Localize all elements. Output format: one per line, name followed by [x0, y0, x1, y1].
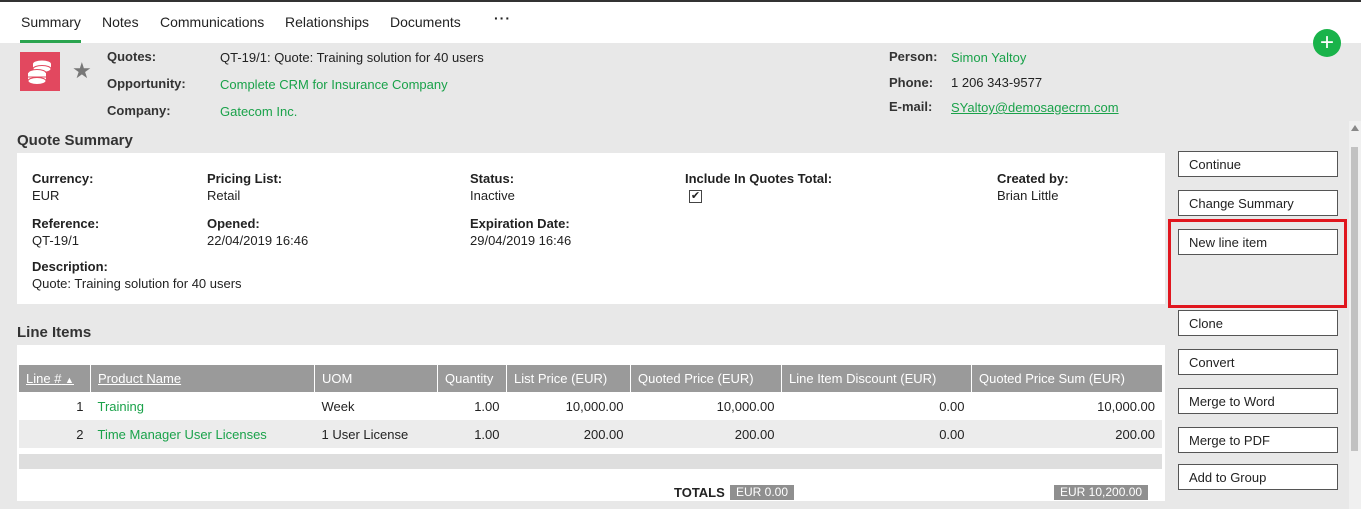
line-number-cell: 2 — [19, 420, 91, 448]
pricing-list-value: Retail — [207, 188, 241, 203]
vertical-scrollbar[interactable] — [1349, 121, 1361, 509]
currency-value: EUR — [32, 188, 60, 203]
column-header-quoted-price-sum: Quoted Price Sum (EUR) — [971, 365, 1162, 392]
created-by-value: Brian Little — [997, 188, 1059, 203]
column-header-list-price: List Price (EUR) — [506, 365, 631, 392]
quantity-cell: 1.00 — [474, 398, 500, 414]
quote-summary-title: Quote Summary — [17, 132, 133, 149]
pricing-list-label: Pricing List: — [207, 171, 283, 186]
company-label: Company: — [107, 103, 171, 118]
tab-relationships[interactable]: Relationships — [285, 14, 369, 30]
column-header-product-name[interactable]: Product Name — [90, 365, 315, 392]
quoted-price-cell: 200.00 — [630, 420, 782, 448]
reference-label: Reference: — [32, 216, 100, 231]
total-discount-value: EUR 0.00 — [730, 485, 795, 500]
scroll-up-icon[interactable] — [1351, 125, 1359, 131]
tab-notes[interactable]: Notes — [102, 14, 139, 30]
convert-button[interactable]: Convert — [1178, 349, 1338, 375]
opportunity-link[interactable]: Complete CRM for Insurance Company — [220, 77, 448, 92]
include-in-quotes-total-label: Include In Quotes Total: — [685, 171, 833, 186]
include-in-quotes-total-checkbox: ✔ — [689, 190, 702, 203]
add-new-button[interactable]: + — [1313, 29, 1341, 57]
column-header-quoted-price: Quoted Price (EUR) — [630, 365, 782, 392]
status-value: Inactive — [470, 188, 515, 203]
favorite-star-icon[interactable]: ★ — [72, 58, 92, 84]
totals-label: TOTALS — [674, 485, 725, 500]
column-header-line-item-discount: Line Item Discount (EUR) — [781, 365, 972, 392]
created-by-label: Created by: — [997, 171, 1069, 186]
table-row: 2 Time Manager User Licenses 1 User Lice… — [19, 420, 1162, 448]
email-link[interactable]: SYaltoy@demosagecrm.com — [951, 100, 1119, 115]
highlight-annotation — [1168, 219, 1347, 308]
column-header-quantity: Quantity — [437, 365, 507, 392]
list-price-cell: 200.00 — [506, 420, 631, 448]
email-label: E-mail: — [889, 99, 933, 114]
uom-cell: Week — [321, 398, 355, 414]
quantity-cell: 1.00 — [437, 420, 507, 448]
reference-value: QT-19/1 — [32, 233, 79, 248]
sort-ascending-icon: ▲ — [65, 375, 74, 385]
continue-button[interactable]: Continue — [1178, 151, 1338, 177]
uom-cell: 1 User License — [314, 420, 438, 448]
column-header-line-number[interactable]: Line # ▲ — [19, 365, 91, 392]
merge-to-word-button[interactable]: Merge to Word — [1178, 388, 1338, 414]
quotes-value: QT-19/1: Quote: Training solution for 40… — [220, 50, 484, 65]
total-sum-value: EUR 10,200.00 — [1054, 485, 1149, 500]
person-label: Person: — [889, 49, 938, 64]
line-items-table: Line # ▲ Product Name UOM Quantity List … — [19, 365, 1162, 448]
quotes-label: Quotes: — [107, 49, 157, 64]
discount-cell: 0.00 — [781, 420, 972, 448]
opened-label: Opened: — [207, 216, 260, 231]
description-label: Description: — [32, 259, 108, 274]
tab-communications[interactable]: Communications — [160, 14, 264, 30]
add-to-group-button[interactable]: Add to Group — [1178, 464, 1338, 490]
opportunity-label: Opportunity: — [107, 76, 186, 91]
phone-value: 1 206 343-9577 — [951, 75, 1043, 90]
line-number-cell: 1 — [76, 398, 84, 414]
column-header-label: Line # — [26, 371, 62, 386]
table-footer-band — [19, 454, 1162, 469]
tab-documents[interactable]: Documents — [390, 14, 461, 30]
column-header-uom: UOM — [314, 365, 438, 392]
clone-button[interactable]: Clone — [1178, 310, 1338, 336]
scrollbar-thumb[interactable] — [1351, 147, 1358, 451]
product-name-link[interactable]: Time Manager User Licenses — [90, 420, 315, 448]
quote-coins-icon — [20, 52, 60, 91]
table-row: 1 Training Week 1.00 10,000.00 10,000.00… — [19, 392, 1162, 420]
description-value: Quote: Training solution for 40 users — [32, 276, 242, 291]
product-name-link[interactable]: Training — [91, 392, 315, 420]
list-price-cell: 10,000.00 — [565, 398, 624, 414]
change-summary-button[interactable]: Change Summary — [1178, 190, 1338, 216]
line-items-title: Line Items — [17, 324, 92, 341]
tab-summary[interactable]: Summary — [21, 14, 81, 30]
currency-label: Currency: — [32, 171, 94, 186]
company-link[interactable]: Gatecom Inc. — [220, 104, 297, 119]
phone-label: Phone: — [889, 75, 934, 90]
opened-value: 22/04/2019 16:46 — [207, 233, 309, 248]
merge-to-pdf-button[interactable]: Merge to PDF — [1178, 427, 1338, 453]
discount-cell: 0.00 — [939, 398, 965, 414]
tab-bar: Summary Notes Communications Relationshi… — [0, 2, 1361, 43]
status-label: Status: — [470, 171, 515, 186]
active-tab-indicator — [20, 40, 81, 43]
quoted-price-cell: 10,000.00 — [716, 398, 775, 414]
table-header-row: Line # ▲ Product Name UOM Quantity List … — [19, 365, 1162, 392]
person-link[interactable]: Simon Yaltoy — [951, 50, 1026, 65]
expiration-date-label: Expiration Date: — [470, 216, 570, 231]
quoted-price-sum-cell: 10,000.00 — [1097, 398, 1155, 414]
more-tabs-icon[interactable]: ··· — [494, 10, 511, 26]
quoted-price-sum-cell: 200.00 — [971, 420, 1162, 448]
expiration-date-value: 29/04/2019 16:46 — [470, 233, 572, 248]
